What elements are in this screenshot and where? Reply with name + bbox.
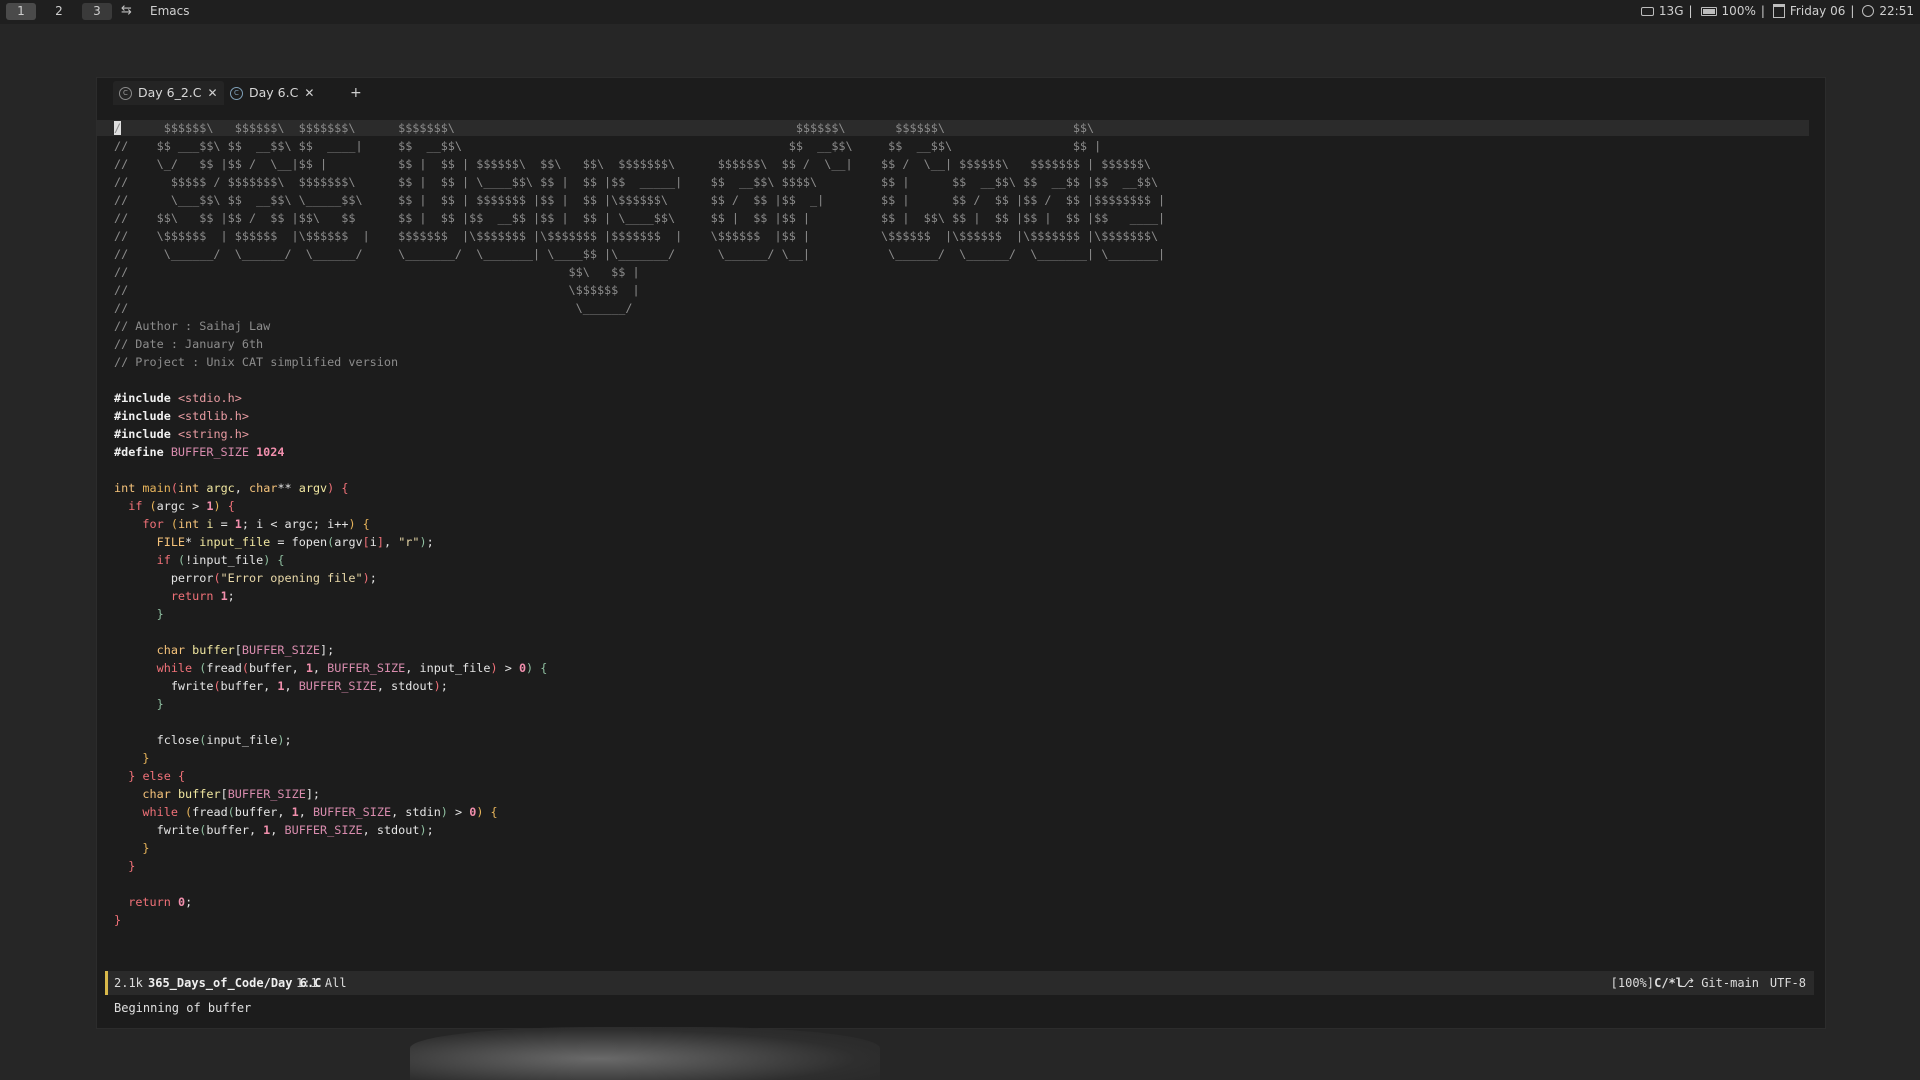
tab-day-6[interactable]: C Day 6.C ✕ [224,81,320,105]
close-icon[interactable]: ✕ [208,81,218,105]
wallpaper-sculpture [410,1027,880,1080]
calendar-icon [1772,4,1785,18]
code-line: fclose(input_file); [114,733,292,747]
code-line: } [114,913,122,927]
code-line: } [128,859,136,873]
code-line: fwrite(buffer, 1, BUFFER_SIZE, stdout); [114,823,434,837]
code-editor[interactable]: / $$$$$$\ $$$$$$\ $$$$$$$\ $$$$$$$\ $$$$… [97,120,1825,855]
code-line: // \$$$$$$ | $$$$$$ |\$$$$$$ | $$$$$$$ |… [114,229,1159,243]
clock-icon [1862,5,1875,17]
code-line: return 0; [128,895,193,909]
code-line: // Date : January 6th [114,337,264,351]
mode-line: 2.1k 365_Days_of_Code/Day 6.C 1:1 All [1… [105,971,1814,995]
major-mode[interactable]: C/*l [1654,971,1683,995]
code-line: // $$\ $$ | [114,265,640,279]
code-line: #include <string.h> [114,427,249,441]
code-line: perror("Error opening file"); [114,571,377,585]
tab-bar: C Day 6_2.C ✕ C Day 6.C ✕ + [97,78,1825,106]
code-line: fwrite(buffer, 1, BUFFER_SIZE, stdout); [114,679,448,693]
zoom-level: [100%] [1610,976,1654,990]
code-line: // \___$$\ $$ __$$\ \_____$$\ $$ | $$ | … [114,193,1166,207]
code-line: // \______/ [114,301,633,315]
disk-icon [1640,6,1654,16]
encoding[interactable]: UTF-8 [1770,971,1806,995]
code-line: while (fread(buffer, 1, BUFFER_SIZE, inp… [156,661,548,675]
code-line: int main(int argc, char** argv) { [114,481,349,495]
code-line: // Project : Unix CAT simplified version [114,355,399,369]
code-line: #include <stdlib.h> [114,409,249,423]
code-line: // $$ ___$$\ $$ __$$\ $$ ____| $$ __$$\ … [114,139,1102,153]
battery-icon [1700,6,1717,16]
tab-day-6-2[interactable]: C Day 6_2.C ✕ [113,81,224,105]
top-bar: 1 2 3 ⇆ Emacs 13G | 100% | Friday 06 | 22:5… [0,0,1920,24]
code-line: } [142,841,150,855]
code-line: if (argc > 1) { [128,499,235,513]
code-line: if (!input_file) { [156,553,285,567]
close-icon[interactable]: ✕ [304,81,314,105]
code-line: FILE* input_file = fopen(argv[i], "r"); [156,535,434,549]
active-window-title: Emacs [150,4,190,18]
code-line: // \$$$$$$ | [114,283,640,297]
code-line: // $$$$$ / $$$$$$$\ $$$$$$$\ $$ | $$ | \… [114,175,1159,189]
tab-label: Day 6_2.C [138,85,202,100]
code-line: // Author : Saihaj Law [114,319,271,333]
workspace-2[interactable]: 2 [44,3,74,20]
status-area: 13G | 100% | Friday 06 | 22:51 [1640,4,1914,18]
c-file-icon: C [119,86,132,100]
disk-usage: 13G [1658,4,1684,18]
code-line: / $$$$$$\ $$$$$$\ $$$$$$$\ $$$$$$$\ $$$$… [114,121,1095,135]
git-branch-icon: ⎇ [1680,976,1702,990]
code-line: } [156,607,164,621]
code-line: #include <stdio.h> [114,391,242,405]
code-line: char buffer[BUFFER_SIZE]; [142,787,321,801]
code-line: return 1; [170,589,235,603]
code-line: } [142,751,150,765]
buffer-size: 2.1k [114,976,143,990]
code-line: // \______/ \______/ \______/ \_______/ … [114,247,1166,261]
emacs-window: C Day 6_2.C ✕ C Day 6.C ✕ + / $$$$$$\ $$… [96,77,1826,1029]
swap-icon[interactable]: ⇆ [121,3,132,18]
code-line: for (int i = 1; i < argc; i++) { [142,517,370,531]
code-line: char buffer[BUFFER_SIZE]; [156,643,335,657]
tab-label: Day 6.C [249,85,299,100]
workspace-1[interactable]: 1 [6,3,36,20]
code-line: } else { [128,769,186,783]
date-text: Friday 06 [1789,4,1846,18]
battery-level: 100% [1721,4,1756,18]
code-line: } [156,697,164,711]
code-line: while (fread(buffer, 1, BUFFER_SIZE, std… [142,805,498,819]
code-line: // \_/ $$ |$$ / \__|$$ | $$ | $$ | $$$$$… [114,157,1151,171]
code-line: #define BUFFER_SIZE 1024 [114,445,285,459]
c-file-icon: C [230,86,243,100]
time-text: 22:51 [1879,4,1914,18]
workspace-3[interactable]: 3 [82,3,112,20]
new-tab-button[interactable]: + [350,81,362,105]
code-line: // $$\ $$ |$$ / $$ |$$\ $$ $$ | $$ |$$ _… [114,211,1166,225]
echo-area: Beginning of buffer [114,1001,252,1015]
git-branch[interactable]: ⎇ Git-main [1680,971,1759,995]
cursor-position: 1:1 All [296,976,347,990]
